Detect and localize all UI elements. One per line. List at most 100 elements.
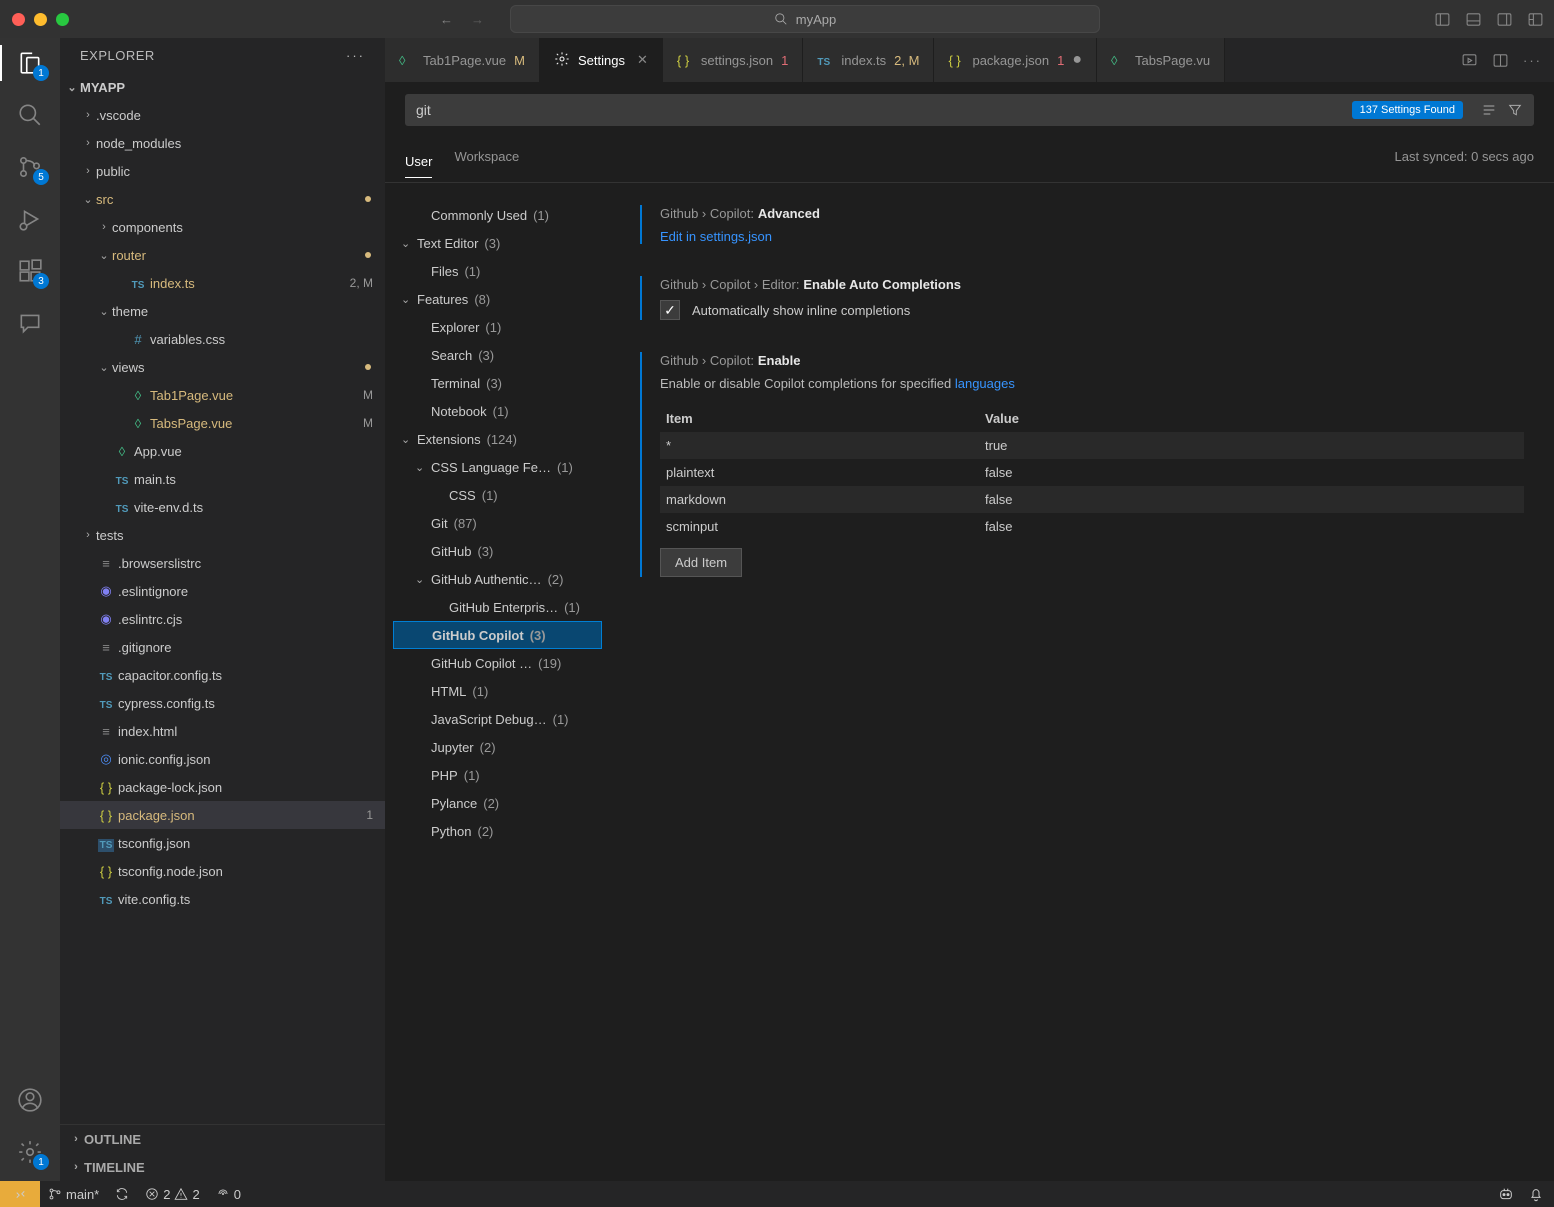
tree-item[interactable]: ›public — [60, 157, 385, 185]
sync-button[interactable] — [107, 1187, 137, 1201]
tree-item[interactable]: ≡.gitignore — [60, 633, 385, 661]
tree-item[interactable]: TSmain.ts — [60, 465, 385, 493]
layout-icon[interactable] — [1527, 11, 1544, 28]
activity-debug[interactable] — [15, 204, 45, 234]
settings-search-input[interactable] — [416, 102, 1481, 118]
add-item-button[interactable]: Add Item — [660, 548, 742, 577]
outline-section[interactable]: ›OUTLINE — [60, 1125, 385, 1153]
tree-item[interactable]: #variables.css — [60, 325, 385, 353]
filter-icon[interactable] — [1507, 102, 1523, 118]
editor-tab[interactable]: Settings✕ — [540, 38, 663, 82]
editor-tab[interactable]: ◊Tab1Page.vueM — [385, 38, 540, 82]
tree-item[interactable]: ⌄views — [60, 353, 385, 381]
toc-item[interactable]: ⌄GitHub Authentic…(2) — [393, 565, 602, 593]
clear-search-icon[interactable] — [1481, 102, 1497, 118]
toc-item[interactable]: Files(1) — [393, 257, 602, 285]
ports-status[interactable]: 0 — [208, 1187, 249, 1202]
run-icon[interactable] — [1461, 52, 1478, 69]
toc-item[interactable]: CSS(1) — [393, 481, 602, 509]
tree-item[interactable]: { }tsconfig.node.json — [60, 857, 385, 885]
toc-item[interactable]: PHP(1) — [393, 761, 602, 789]
tree-item[interactable]: ⌄theme — [60, 297, 385, 325]
tree-item[interactable]: ◎ionic.config.json — [60, 745, 385, 773]
sidebar-more-icon[interactable]: ··· — [346, 48, 365, 63]
tree-item[interactable]: ⌄router — [60, 241, 385, 269]
tree-item[interactable]: ◉.eslintignore — [60, 577, 385, 605]
editor-tab[interactable]: ◊TabsPage.vu — [1097, 38, 1225, 82]
tree-item[interactable]: ⌄src — [60, 185, 385, 213]
toc-item[interactable]: ⌄CSS Language Fe…(1) — [393, 453, 602, 481]
split-icon[interactable] — [1492, 52, 1509, 69]
bell-icon[interactable] — [1528, 1186, 1544, 1202]
panel-right-icon[interactable] — [1496, 11, 1513, 28]
command-center[interactable]: myApp — [510, 5, 1100, 33]
toc-item[interactable]: Pylance(2) — [393, 789, 602, 817]
tree-item[interactable]: TSvite.config.ts — [60, 885, 385, 913]
toc-item[interactable]: GitHub(3) — [393, 537, 602, 565]
activity-settings[interactable]: 1 — [15, 1137, 45, 1167]
tree-item[interactable]: ›components — [60, 213, 385, 241]
toc-item[interactable]: JavaScript Debug…(1) — [393, 705, 602, 733]
tree-item[interactable]: { }package.json1 — [60, 801, 385, 829]
minimize-window[interactable] — [34, 13, 47, 26]
scope-user[interactable]: User — [405, 146, 432, 178]
nav-forward[interactable]: → — [471, 12, 484, 27]
table-row[interactable]: *true — [660, 432, 1524, 459]
tree-item[interactable]: TSindex.ts2, M — [60, 269, 385, 297]
toc-item[interactable]: Jupyter(2) — [393, 733, 602, 761]
toc-item[interactable]: ⌄Extensions(124) — [393, 425, 602, 453]
table-row[interactable]: plaintextfalse — [660, 459, 1524, 486]
activity-account[interactable] — [15, 1085, 45, 1115]
close-window[interactable] — [12, 13, 25, 26]
tree-item[interactable]: TSvite-env.d.ts — [60, 493, 385, 521]
editor-tab[interactable]: TSindex.ts2, M — [803, 38, 934, 82]
toc-item[interactable]: GitHub Enterpris…(1) — [393, 593, 602, 621]
maximize-window[interactable] — [56, 13, 69, 26]
tree-item[interactable]: ◊Tab1Page.vueM — [60, 381, 385, 409]
tree-item[interactable]: { }package-lock.json — [60, 773, 385, 801]
tree-item[interactable]: ≡.browserslistrc — [60, 549, 385, 577]
activity-extensions[interactable]: 3 — [15, 256, 45, 286]
panel-bottom-icon[interactable] — [1465, 11, 1482, 28]
toc-item[interactable]: ⌄Text Editor(3) — [393, 229, 602, 257]
timeline-section[interactable]: ›TIMELINE — [60, 1153, 385, 1181]
activity-search[interactable] — [15, 100, 45, 130]
activity-scm[interactable]: 5 — [15, 152, 45, 182]
tab-more-icon[interactable]: ··· — [1523, 53, 1542, 68]
nav-back[interactable]: ← — [440, 12, 453, 27]
copilot-status-icon[interactable] — [1498, 1186, 1514, 1202]
scope-workspace[interactable]: Workspace — [454, 141, 519, 172]
toc-item[interactable]: HTML(1) — [393, 677, 602, 705]
tree-item[interactable]: ◊App.vue — [60, 437, 385, 465]
remote-button[interactable] — [0, 1181, 40, 1207]
tree-item[interactable]: TScypress.config.ts — [60, 689, 385, 717]
toc-item[interactable]: Explorer(1) — [393, 313, 602, 341]
tree-item[interactable]: ◊TabsPage.vueM — [60, 409, 385, 437]
editor-tab[interactable]: { }settings.json1 — [663, 38, 804, 82]
table-row[interactable]: scminputfalse — [660, 513, 1524, 540]
toc-item[interactable]: Git(87) — [393, 509, 602, 537]
folder-root[interactable]: ⌄MYAPP — [60, 73, 385, 101]
tree-item[interactable]: TStsconfig.json — [60, 829, 385, 857]
toc-item[interactable]: Terminal(3) — [393, 369, 602, 397]
toc-item[interactable]: GitHub Copilot(3) — [393, 621, 602, 649]
toc-item[interactable]: GitHub Copilot …(19) — [393, 649, 602, 677]
editor-tab[interactable]: { }package.json1● — [934, 38, 1097, 82]
toc-item[interactable]: Notebook(1) — [393, 397, 602, 425]
branch-status[interactable]: main* — [40, 1187, 107, 1202]
close-tab-icon[interactable]: ✕ — [637, 52, 648, 68]
toc-item[interactable]: Commonly Used(1) — [393, 201, 602, 229]
activity-explorer[interactable]: 1 — [15, 48, 45, 78]
toc-item[interactable]: Python(2) — [393, 817, 602, 845]
settings-search[interactable]: 137 Settings Found — [405, 94, 1534, 126]
checkbox-autocomplete[interactable]: ✓ — [660, 300, 680, 320]
languages-link[interactable]: languages — [955, 376, 1015, 391]
tree-item[interactable]: TScapacitor.config.ts — [60, 661, 385, 689]
toc-item[interactable]: ⌄Features(8) — [393, 285, 602, 313]
toc-item[interactable]: Search(3) — [393, 341, 602, 369]
tree-item[interactable]: ›tests — [60, 521, 385, 549]
edit-json-link[interactable]: Edit in settings.json — [660, 229, 1524, 244]
problems-status[interactable]: 2 2 — [137, 1187, 207, 1202]
panel-left-icon[interactable] — [1434, 11, 1451, 28]
tree-item[interactable]: ›node_modules — [60, 129, 385, 157]
